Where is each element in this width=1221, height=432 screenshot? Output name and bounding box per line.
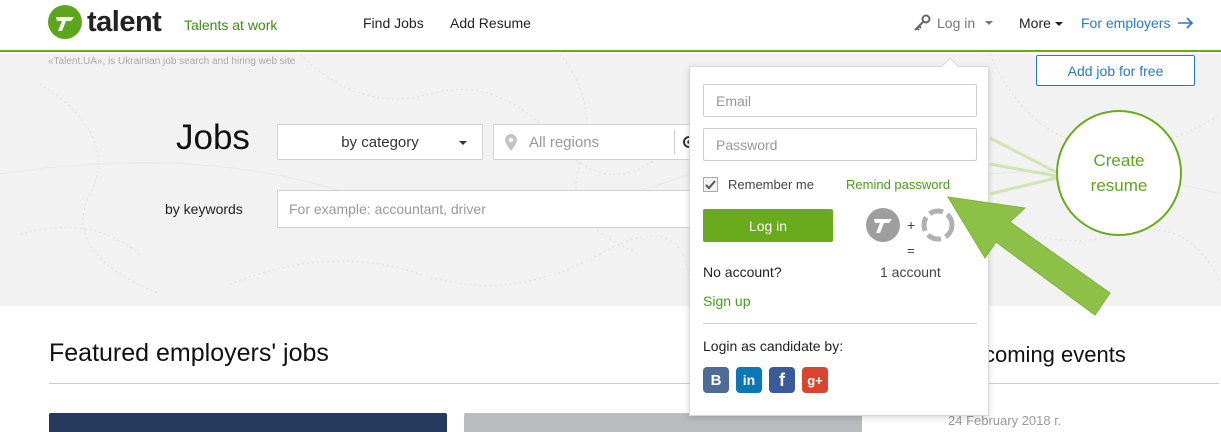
talent-logo-icon: [48, 5, 82, 39]
social-login-buttons: B in f g+: [703, 367, 828, 393]
password-placeholder: Password: [716, 136, 778, 153]
facebook-icon[interactable]: f: [769, 367, 795, 393]
sign-up-link[interactable]: Sign up: [703, 293, 750, 309]
more-menu[interactable]: More: [1019, 15, 1063, 31]
login-button[interactable]: Log in: [703, 209, 833, 242]
more-menu-label: More: [1019, 15, 1051, 31]
logo[interactable]: talent: [48, 5, 162, 39]
keywords-placeholder: For example: accountant, driver: [289, 201, 486, 217]
featured-jobs-title: Featured employers' jobs: [49, 339, 329, 367]
email-placeholder: Email: [716, 92, 752, 109]
equals-sign: =: [907, 243, 915, 258]
social-login-title: Login as candidate by:: [703, 338, 844, 354]
plus-sign: +: [907, 217, 916, 233]
chevron-down-icon: [459, 141, 467, 145]
tagline: Talents at work: [184, 17, 278, 33]
login-menu-label: Log in: [937, 15, 976, 31]
checkbox-checked-icon: [703, 177, 718, 192]
region-placeholder: All regions: [529, 133, 600, 151]
site-header: talent Talents at work Find Jobs Add Res…: [0, 0, 1221, 52]
no-account-text: No account?: [703, 264, 782, 280]
region-input[interactable]: All regions: [493, 124, 703, 160]
nav-find-jobs[interactable]: Find Jobs: [363, 15, 424, 31]
for-employers-link[interactable]: For employers: [1081, 15, 1194, 31]
logo-text: talent: [87, 5, 162, 38]
keywords-label: by keywords: [165, 201, 243, 217]
remember-me-label: Remember me: [728, 177, 814, 192]
nav-add-resume[interactable]: Add Resume: [450, 15, 531, 31]
employer-card[interactable]: [49, 413, 447, 432]
add-job-button[interactable]: Add job for free: [1036, 55, 1195, 86]
keywords-input[interactable]: For example: accountant, driver: [277, 190, 707, 228]
vk-icon[interactable]: B: [703, 367, 729, 393]
password-field[interactable]: Password: [703, 128, 977, 161]
site-description: «Talent.UA», is Ukrainian job search and…: [48, 56, 296, 67]
page-title: Jobs: [176, 118, 250, 157]
arrow-right-icon: [1178, 17, 1194, 29]
remember-me-checkbox[interactable]: Remember me: [703, 177, 814, 192]
category-select-value: by category: [341, 133, 419, 151]
location-pin-icon: [505, 134, 517, 151]
for-employers-label: For employers: [1081, 15, 1171, 31]
login-menu[interactable]: Log in: [913, 14, 994, 32]
events-title: coming events: [984, 342, 1126, 367]
google-plus-icon[interactable]: g+: [802, 367, 828, 393]
category-select[interactable]: by category: [277, 124, 483, 160]
key-icon: [914, 14, 931, 31]
chevron-down-icon: [985, 21, 994, 25]
divider: [674, 130, 675, 154]
section-divider: [49, 383, 1219, 384]
linkedin-icon[interactable]: in: [736, 367, 762, 393]
email-field[interactable]: Email: [703, 84, 977, 117]
chevron-down-icon: [1054, 22, 1063, 27]
annotation-arrow-icon: [947, 196, 1111, 316]
